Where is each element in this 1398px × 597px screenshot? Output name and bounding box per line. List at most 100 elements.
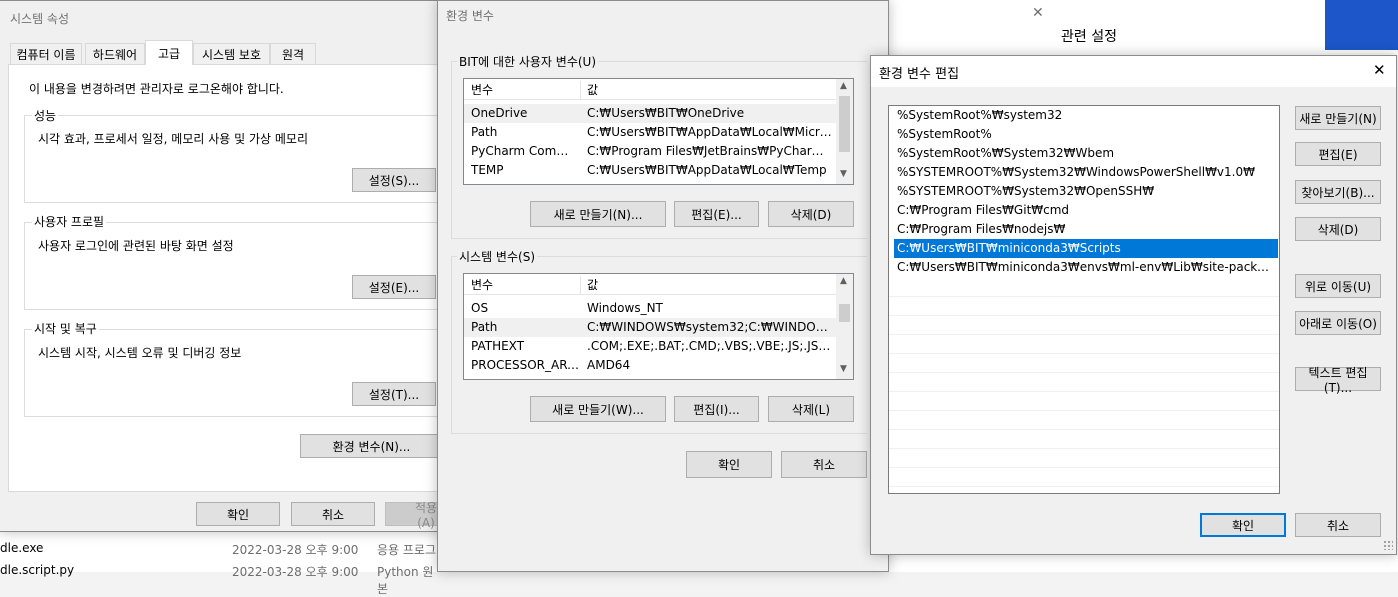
performance-settings-button[interactable]: 설정(S)...	[352, 168, 436, 192]
path-entry[interactable]: C:₩Program Files₩nodejs₩	[889, 220, 1279, 239]
close-icon[interactable]: ✕	[1373, 61, 1386, 79]
system-list-scrollbar[interactable]: ▲ ▼	[836, 274, 853, 379]
variable-value: C:₩WINDOWS₩system32;C:₩WINDOWS;C...	[587, 320, 832, 334]
new-entry-button[interactable]: 새로 만들기(N)	[1295, 106, 1381, 130]
variable-name: PROCESSOR_ARC...	[471, 358, 579, 372]
variable-value: Windows_NT	[587, 301, 663, 315]
system-new-button[interactable]: 새로 만들기(W)...	[530, 396, 666, 422]
user-variables-title: BIT에 대한 사용자 변수(U)	[457, 53, 599, 70]
user-edit-button[interactable]: 편집(E)...	[674, 201, 759, 227]
path-entry[interactable]: %SystemRoot%₩system32	[889, 106, 1279, 125]
variable-name: PATHEXT	[471, 339, 525, 353]
variable-value: .COM;.EXE;.BAT;.CMD;.VBS;.VBE;.JS;.JSE;.…	[587, 339, 832, 353]
file-type: 응용 프로그	[377, 543, 437, 557]
variable-name: OneDrive	[471, 106, 528, 120]
user-profile-settings-button[interactable]: 설정(E)...	[352, 275, 436, 299]
tab-computer-name[interactable]: 컴퓨터 이름	[10, 43, 82, 65]
edit-env-body: %SystemRoot%₩system32 %SystemRoot% %Syst…	[871, 87, 1396, 554]
path-entry[interactable]: C:₩Users₩BIT₩miniconda3₩envs₩ml-env₩Lib₩…	[889, 258, 1279, 277]
column-header-value[interactable]: 값	[587, 81, 827, 99]
tab-remote[interactable]: 원격	[270, 43, 316, 65]
variable-value: C:₩Program Files₩JetBrains₩PyCharm Co...	[587, 144, 832, 158]
edit-text-button[interactable]: 텍스트 편집(T)...	[1295, 366, 1381, 395]
column-divider	[580, 276, 581, 294]
file-row[interactable]: dle.exe 2022-03-28 오후 9:00 응용 프로그	[0, 538, 440, 557]
system-edit-button[interactable]: 편집(I)...	[674, 396, 759, 422]
scroll-thumb[interactable]	[839, 96, 850, 152]
environment-variables-title: 환경 변수	[446, 9, 494, 23]
column-header-value[interactable]: 값	[587, 276, 827, 294]
settings-label[interactable]: 관련 설정	[1061, 26, 1117, 46]
resize-grip-icon[interactable]	[1383, 540, 1393, 550]
path-entry[interactable]: %SYSTEMROOT%₩System32₩OpenSSH₩	[889, 182, 1279, 201]
startup-settings-button[interactable]: 설정(T)...	[352, 382, 436, 406]
performance-group: 시각 효과, 프로세서 일정, 메모리 사용 및 가상 메모리 설정(S)...	[24, 115, 444, 203]
user-new-button[interactable]: 새로 만들기(N)...	[530, 201, 666, 227]
startup-group: 시스템 시작, 시스템 오류 및 디버깅 정보 설정(T)...	[24, 329, 444, 417]
close-icon[interactable]: ✕	[1032, 5, 1044, 21]
system-variables-title: 시스템 변수(S)	[457, 248, 537, 265]
path-entries-list[interactable]: %SystemRoot%₩system32 %SystemRoot% %Syst…	[888, 105, 1280, 494]
edit-env-ok-button[interactable]: 확인	[1200, 513, 1286, 537]
file-row[interactable]: dle.script.py 2022-03-28 오후 9:00 Python …	[0, 560, 440, 596]
empty-row-line	[889, 296, 1279, 297]
table-row[interactable]: OS Windows_NT	[464, 299, 836, 318]
scroll-down-icon[interactable]: ▼	[840, 364, 847, 374]
advanced-tab-page: 이 내용을 변경하려면 관리자로 로그온해야 합니다. 시각 효과, 프로세서 …	[8, 64, 446, 492]
empty-row-line	[889, 315, 1279, 316]
edit-env-cancel-button[interactable]: 취소	[1295, 513, 1381, 537]
column-header-variable[interactable]: 변수	[471, 276, 581, 294]
file-type: Python 원본	[377, 565, 434, 596]
system-delete-button[interactable]: 삭제(L)	[768, 396, 854, 422]
move-down-button[interactable]: 아래로 이동(O)	[1295, 311, 1381, 335]
environment-variables-cancel-button[interactable]: 취소	[781, 451, 867, 478]
move-up-button[interactable]: 위로 이동(U)	[1295, 274, 1381, 298]
path-entry[interactable]: %SystemRoot%₩System32₩Wbem	[889, 144, 1279, 163]
table-row[interactable]: PyCharm Commu... C:₩Program Files₩JetBra…	[464, 142, 836, 161]
table-row[interactable]: PATHEXT .COM;.EXE;.BAT;.CMD;.VBS;.VBE;.J…	[464, 337, 836, 356]
variable-value: C:₩Users₩BIT₩OneDrive	[587, 106, 745, 120]
system-variables-list[interactable]: 변수 값 OS Windows_NT Path C:₩WINDOWS₩syste…	[463, 273, 854, 380]
table-row[interactable]: Path C:₩WINDOWS₩system32;C:₩WINDOWS;C...	[464, 318, 836, 337]
system-properties-title: 시스템 속성	[10, 12, 70, 26]
variable-value: C:₩Users₩BIT₩AppData₩Local₩Temp	[587, 163, 827, 177]
delete-entry-button[interactable]: 삭제(D)	[1295, 217, 1381, 241]
user-list-scrollbar[interactable]: ▲ ▼	[836, 79, 853, 184]
column-header-variable[interactable]: 변수	[471, 81, 581, 99]
tab-advanced[interactable]: 고급	[145, 40, 193, 65]
browse-button[interactable]: 찾아보기(B)...	[1295, 180, 1381, 204]
path-entry-selected[interactable]: C:₩Users₩BIT₩miniconda3₩Scripts	[894, 239, 1278, 258]
file-date: 2022-03-28 오후 9:00	[232, 543, 359, 557]
table-row[interactable]: OneDrive C:₩Users₩BIT₩OneDrive	[464, 104, 836, 123]
list-header: 변수 값	[464, 81, 836, 100]
environment-variables-ok-button[interactable]: 확인	[686, 451, 772, 478]
scroll-up-icon[interactable]: ▲	[840, 276, 847, 286]
edit-environment-variable-dialog: 환경 변수 편집 ✕ %SystemRoot%₩system32 %System…	[870, 55, 1397, 555]
scroll-thumb[interactable]	[839, 304, 850, 322]
user-delete-button[interactable]: 삭제(D)	[768, 201, 854, 227]
tab-hardware[interactable]: 하드웨어	[85, 43, 145, 65]
table-row[interactable]: PROCESSOR_ARC... AMD64	[464, 356, 836, 375]
variable-name: OS	[471, 301, 489, 315]
system-properties-apply-button[interactable]: 적용(A)	[385, 501, 445, 530]
accent-blue-strip	[1325, 0, 1398, 50]
scroll-down-icon[interactable]: ▼	[840, 169, 847, 179]
environment-variables-dialog: 환경 변수 ✕ BIT에 대한 사용자 변수(U) 변수 값 OneDrive …	[437, 0, 1044, 572]
system-properties-ok-button[interactable]: 확인	[196, 502, 280, 526]
path-entry[interactable]: %SystemRoot%	[889, 125, 1279, 144]
system-properties-cancel-button[interactable]: 취소	[291, 502, 375, 526]
empty-row-line	[889, 448, 1279, 449]
path-entry[interactable]: C:₩Program Files₩Git₩cmd	[889, 201, 1279, 220]
table-row[interactable]: Path C:₩Users₩BIT₩AppData₩Local₩Microsof…	[464, 123, 836, 142]
empty-row-line	[889, 486, 1279, 487]
user-variables-list[interactable]: 변수 값 OneDrive C:₩Users₩BIT₩OneDrive Path…	[463, 78, 854, 185]
path-entry[interactable]: %SYSTEMROOT%₩System32₩WindowsPowerShell₩…	[889, 163, 1279, 182]
startup-title: 시작 및 복구	[32, 320, 99, 337]
scroll-up-icon[interactable]: ▲	[840, 81, 847, 91]
table-row[interactable]: TEMP C:₩Users₩BIT₩AppData₩Local₩Temp	[464, 161, 836, 180]
environment-variables-button[interactable]: 환경 변수(N)...	[300, 434, 443, 458]
empty-row-line	[889, 391, 1279, 392]
performance-desc: 시각 효과, 프로세서 일정, 메모리 사용 및 가상 메모리	[38, 132, 308, 146]
tab-system-protection[interactable]: 시스템 보호	[193, 43, 270, 65]
edit-entry-button[interactable]: 편집(E)	[1295, 142, 1381, 166]
